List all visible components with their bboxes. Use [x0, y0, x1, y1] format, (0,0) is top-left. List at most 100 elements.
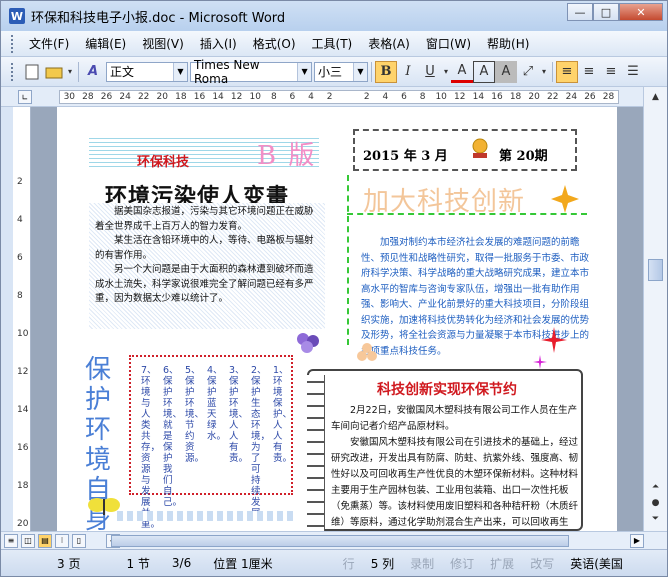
minimize-button[interactable]: — — [567, 3, 593, 21]
char-shading-button[interactable]: A — [495, 60, 517, 83]
ruler-tick: 2 — [363, 92, 370, 102]
slogan-item: 2、保护生态环境，为了可持续发展。 — [251, 365, 271, 519]
char-border-button[interactable]: A — [473, 60, 495, 83]
open-folder-icon[interactable] — [43, 61, 65, 83]
title-bar[interactable]: W 环保和科技电子小报.doc - Microsoft Word — □ ✕ — [1, 1, 667, 31]
ruler-tick: 20 — [528, 92, 540, 102]
status-track[interactable]: 修订 — [442, 555, 482, 572]
emblem-icon — [472, 138, 488, 158]
menu-edit[interactable]: 编辑(E) — [77, 35, 134, 52]
horizontal-scroll-row: ≡ ◫ ▤ ⁝ ▯ ◀ ▶ — [1, 531, 667, 549]
slogan-item: 4、保护蓝天绿水。 — [207, 365, 227, 442]
justify-icon[interactable]: ☰ — [622, 61, 644, 83]
document-page[interactable]: 环保科技 B 版 2015 年 3 月 第 20期 环境污染使人变畫 据美国杂志… — [57, 107, 617, 531]
ruler-tick: 16 — [491, 92, 503, 102]
maximize-button[interactable]: □ — [593, 3, 619, 21]
menu-format[interactable]: 格式(O) — [245, 35, 304, 52]
news-article: 2月22日，安徽国风木塑科技有限公司工作人员在生产车间向记者介绍产品原材料。 安… — [331, 403, 579, 531]
italic-button[interactable]: I — [397, 61, 419, 83]
ruler-tick: 20 — [156, 92, 168, 102]
horizontal-scroll-thumb[interactable] — [111, 535, 569, 547]
font-size-select[interactable]: 小三 ▼ — [314, 61, 368, 82]
menu-tools[interactable]: 工具(T) — [304, 35, 361, 52]
outline-view-icon[interactable]: ⁝ — [55, 533, 69, 548]
scroll-right-icon[interactable]: ▶ — [630, 533, 644, 548]
menu-file[interactable]: 文件(F) — [21, 35, 77, 52]
underline-button[interactable]: U — [419, 61, 441, 83]
tab-stop-selector[interactable]: ∟ — [18, 90, 32, 104]
menu-table[interactable]: 表格(A) — [360, 35, 418, 52]
toolbar-dropdown-icon[interactable]: ▾ — [65, 61, 75, 83]
ruler-tick: 4 — [308, 92, 314, 102]
browse-object-icon[interactable]: ● — [648, 495, 663, 510]
vertical-scrollbar[interactable]: ▲ ⏶ ● ⏷ — [643, 87, 667, 531]
ruler-tick: 6 — [289, 92, 296, 102]
new-document-icon[interactable] — [21, 61, 43, 83]
menu-bar: 文件(F) 编辑(E) 视图(V) 插入(I) 格式(O) 工具(T) 表格(A… — [1, 31, 667, 57]
underline-dropdown-icon[interactable]: ▾ — [441, 61, 451, 83]
align-center-icon[interactable]: ≡ — [578, 61, 600, 83]
ruler-strip[interactable]: 30 28 26 24 22 20 18 16 14 12 10 8 6 4 2 2 4 6 8 10 12 14 16 18… — [59, 90, 619, 104]
status-section: 1 节 — [126, 556, 150, 571]
menu-help[interactable]: 帮助(H) — [479, 35, 537, 52]
toolbar-grip[interactable] — [11, 62, 15, 81]
ruler-tick: 16 — [193, 92, 206, 102]
status-overtype[interactable]: 改写 — [522, 555, 562, 572]
menu-insert[interactable]: 插入(I) — [192, 35, 245, 52]
env-article: 据美国杂志报道，污染与其它环境问题正在威胁着全世界成千上百万人的智力发育。 某生… — [89, 203, 325, 329]
ruler-tick: 10 — [17, 329, 29, 339]
vertical-ruler[interactable]: 246810121416182022 — [13, 107, 31, 567]
status-bar: 3 页 1 节 3/6 位置 1厘米 行 5 列 录制 修订 扩展 改写 英语(… — [1, 549, 667, 576]
news-paragraph: 2月22日，安徽国风木塑科技有限公司工作人员在生产车间向记者介绍产品原材料。 — [331, 405, 578, 432]
scroll-up-icon[interactable]: ▲ — [648, 89, 663, 104]
decorative-border — [117, 511, 297, 521]
chevron-down-icon[interactable]: ▼ — [353, 62, 367, 81]
bold-button[interactable]: B — [375, 60, 397, 83]
news-paragraph: 安徽国风木塑科技有限公司在引进技术的基础上，经过研究改进，开发出具有防腐、防蛀、… — [331, 437, 579, 528]
align-right-icon[interactable]: ≡ — [600, 61, 622, 83]
news-title: 科技创新实现环保节约 — [377, 382, 517, 398]
close-button[interactable]: ✕ — [619, 3, 663, 21]
ruler-tick: 26 — [100, 92, 113, 102]
menu-grip[interactable] — [11, 34, 15, 53]
horizontal-ruler[interactable]: ∟ 30 28 26 24 22 20 18 16 14 12 10 8 6 4 2 2 4 6 8 10 12 14 16… — [1, 87, 667, 107]
normal-view-icon[interactable]: ≡ — [4, 533, 18, 548]
word-app-icon[interactable]: W — [9, 8, 25, 24]
slogan-item: 7、环境与人类共存，资源与发展并重。 — [141, 365, 161, 530]
butterfly-icon — [88, 498, 120, 515]
style-select[interactable]: 正文 ▼ — [106, 61, 188, 82]
font-color-button[interactable]: A — [451, 61, 473, 83]
flower-icon — [297, 333, 319, 353]
zone-label: 环保科技 — [137, 155, 190, 170]
effect-dropdown-icon[interactable]: ▾ — [539, 61, 549, 83]
status-language[interactable]: 英语(美国 — [562, 555, 631, 572]
menu-view[interactable]: 视图(V) — [134, 35, 192, 52]
status-page-of: 3/6 — [171, 556, 192, 570]
text-effect-icon[interactable]: ⤢ — [517, 61, 539, 83]
window-controls: — □ ✕ — [567, 3, 663, 21]
font-select[interactable]: Times New Roma ▼ — [190, 58, 312, 86]
ruler-tick: 28 — [602, 92, 615, 102]
status-record[interactable]: 录制 — [402, 555, 442, 572]
chevron-down-icon[interactable]: ▼ — [297, 62, 311, 81]
ruler-tick: 10 — [249, 92, 261, 102]
menu-window[interactable]: 窗口(W) — [418, 35, 479, 52]
print-view-icon[interactable]: ▤ — [38, 533, 52, 548]
ruler-tick: 14 — [472, 92, 485, 102]
sci-title: 加大科技创新 — [363, 187, 526, 217]
next-page-icon[interactable]: ⏷ — [648, 511, 663, 526]
web-view-icon[interactable]: ◫ — [21, 533, 35, 548]
formatting-toolbar: ▾ A 正文 ▼ Times New Roma ▼ 小三 ▼ B I U ▾ A… — [1, 57, 667, 87]
scroll-thumb[interactable] — [648, 259, 663, 281]
prev-page-icon[interactable]: ⏶ — [648, 479, 663, 494]
chevron-down-icon[interactable]: ▼ — [173, 62, 187, 81]
align-left-icon[interactable]: ≡ — [556, 60, 578, 83]
reading-view-icon[interactable]: ▯ — [72, 533, 86, 548]
ruler-tick: 4 — [17, 215, 23, 225]
ruler-tick: 8 — [17, 291, 23, 301]
status-extend[interactable]: 扩展 — [482, 555, 522, 572]
ruler-tick: 10 — [435, 92, 447, 102]
document-area[interactable]: 环保科技 B 版 2015 年 3 月 第 20期 环境污染使人变畫 据美国杂志… — [31, 107, 643, 531]
styles-icon[interactable]: A — [82, 61, 104, 83]
ruler-tick: 18 — [509, 92, 522, 102]
